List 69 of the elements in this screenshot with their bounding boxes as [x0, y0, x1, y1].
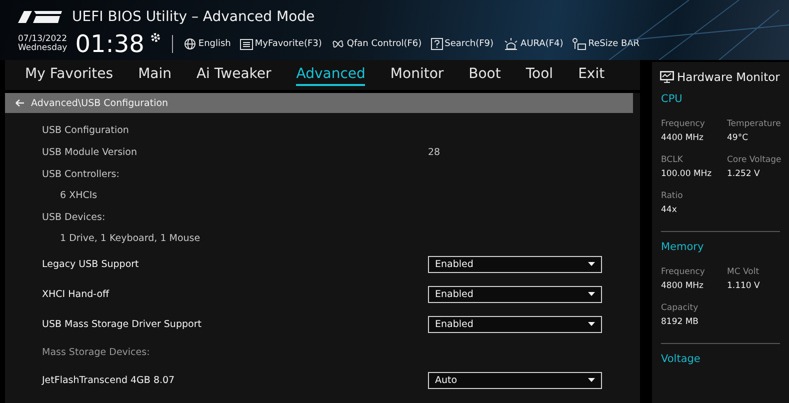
clock-time: 01:38 — [75, 32, 144, 56]
window-title: UEFI BIOS Utility – Advanced Mode — [72, 9, 315, 25]
monitor-icon — [660, 71, 674, 83]
section-heading: CPU — [661, 93, 684, 105]
toolbar-button[interactable]: ReSize BAR — [572, 38, 640, 50]
menu-tab[interactable]: Monitor — [390, 64, 444, 86]
breadcrumb-path: Advanced\USB Configuration — [31, 98, 168, 108]
metric-label: BCLK — [661, 155, 684, 165]
light-icon — [502, 38, 519, 50]
setting-label: Legacy USB Support — [42, 258, 140, 270]
settings-icon[interactable] — [150, 32, 162, 43]
metric-label: Frequency — [661, 119, 706, 129]
help-icon — [430, 38, 443, 50]
metric-label: Ratio — [661, 191, 684, 201]
metric-label: Frequency — [661, 267, 706, 277]
menu-tab[interactable]: Advanced — [296, 64, 366, 86]
menu-tab[interactable]: Boot — [468, 64, 501, 86]
info-label: 1 Drive, 1 Keyboard, 1 Mouse — [60, 233, 202, 244]
dropdown[interactable]: Enabled — [428, 316, 602, 332]
info-label: Mass Storage Devices: — [42, 346, 151, 358]
metric-value: 49°C — [727, 133, 750, 143]
list-icon — [240, 38, 253, 50]
metric-value: 8192 MB — [661, 317, 700, 327]
metric-value: 44x — [661, 205, 678, 215]
setting-label: USB Mass Storage Driver Support — [42, 318, 202, 330]
metric-value: 1.110 V — [727, 281, 761, 291]
date-text: 07/13/2022 — [18, 35, 68, 44]
metric-value: 1.252 V — [727, 169, 761, 179]
dropdown[interactable]: Auto — [428, 372, 602, 388]
menu-tab[interactable]: Main — [138, 64, 172, 86]
menu-tab[interactable]: Ai Tweaker — [196, 64, 272, 86]
info-label: USB Controllers: — [42, 168, 120, 180]
brand-logo-icon — [18, 11, 62, 23]
section-heading: Memory — [661, 241, 705, 253]
toolbar-button[interactable]: English — [184, 38, 231, 50]
menu-tab[interactable]: My Favorites — [25, 64, 114, 86]
metric-label: Temperature — [727, 119, 782, 129]
dropdown[interactable]: Enabled — [428, 256, 602, 272]
info-label: 6 XHCIs — [60, 190, 98, 201]
metric-label: Core Voltage — [727, 155, 782, 165]
metric-value: 4400 MHz — [661, 133, 705, 143]
info-label: USB Devices: — [42, 212, 106, 222]
caret-icon — [588, 262, 595, 266]
caret-icon — [588, 292, 595, 296]
weekday-text: Wednesday — [18, 44, 68, 53]
info-label: USB Configuration — [42, 124, 130, 136]
caret-icon — [588, 322, 595, 326]
toolbar-button[interactable]: Qfan Control(F6) — [330, 38, 422, 50]
setting-label: JetFlashTranscend 4GB 8.07 — [42, 374, 176, 386]
metric-value: 100.00 MHz — [661, 169, 713, 179]
info-value: 28 — [428, 146, 440, 158]
menu-tab[interactable]: Exit — [578, 64, 605, 86]
section-heading: Voltage — [661, 353, 702, 365]
info-label: USB Module Version — [42, 146, 138, 158]
menu-tab[interactable]: Tool — [526, 64, 554, 86]
setting-label: XHCI Hand-off — [42, 288, 110, 300]
metric-label: Capacity — [661, 303, 700, 313]
panel-title: Hardware Monitor — [677, 70, 780, 84]
fan-icon — [330, 38, 345, 50]
toolbar-button[interactable]: AURA(F4) — [502, 38, 564, 50]
metric-value: 4800 MHz — [661, 281, 705, 291]
chip-icon — [572, 38, 586, 50]
toolbar-button[interactable]: MyFavorite(F3) — [240, 38, 322, 50]
globe-icon — [184, 38, 196, 50]
metric-label: MC Volt — [727, 267, 760, 277]
back-arrow-icon[interactable] — [15, 99, 25, 107]
dropdown[interactable]: Enabled — [428, 286, 602, 302]
toolbar-button[interactable]: Search(F9) — [430, 38, 494, 50]
caret-icon — [588, 378, 595, 382]
